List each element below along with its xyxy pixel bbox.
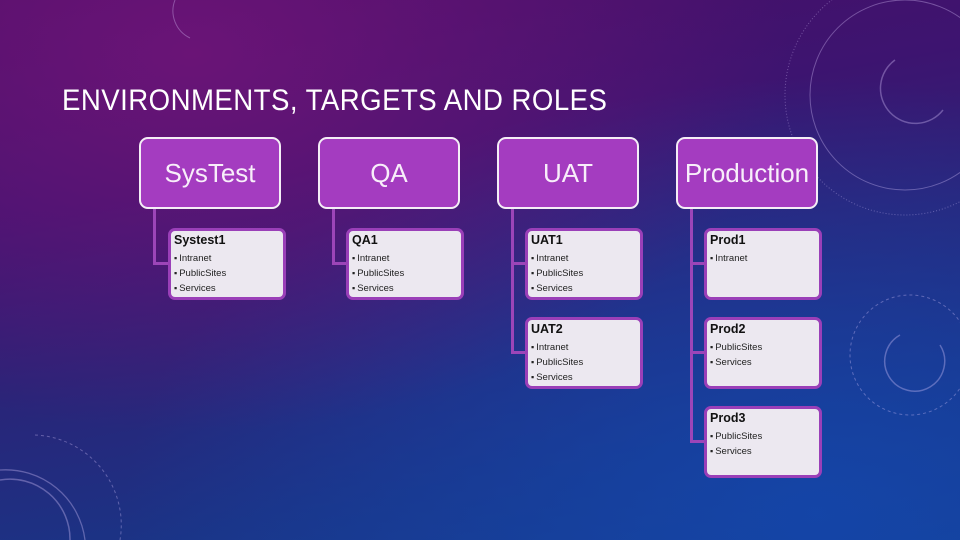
target-card-uat1: UAT1 Intranet PublicSites Services (525, 228, 643, 300)
role-item: PublicSites (710, 429, 816, 444)
environment-header-systest: SysTest (139, 137, 281, 209)
slide-title: ENVIRONMENTS, TARGETS AND ROLES (62, 84, 608, 117)
role-item: Intranet (174, 251, 280, 266)
connector-line (690, 209, 693, 443)
connector-line (153, 262, 169, 265)
role-item: Services (710, 355, 816, 370)
role-item: Services (710, 444, 816, 459)
environment-header-uat: UAT (497, 137, 639, 209)
role-item: Intranet (531, 340, 637, 355)
role-item: Intranet (531, 251, 637, 266)
role-list: Intranet PublicSites Services (531, 251, 637, 296)
target-name: UAT2 (531, 322, 563, 336)
role-item: Intranet (710, 251, 816, 266)
target-name: QA1 (352, 233, 378, 247)
target-name: Systest1 (174, 233, 226, 247)
role-item: Intranet (352, 251, 458, 266)
role-list: Intranet (710, 251, 816, 266)
connector-line (511, 209, 514, 354)
target-card-prod1: Prod1 Intranet (704, 228, 822, 300)
role-item: Services (174, 281, 280, 296)
target-name: UAT1 (531, 233, 563, 247)
environment-header-qa: QA (318, 137, 460, 209)
role-item: PublicSites (174, 266, 280, 281)
target-card-systest1: Systest1 Intranet PublicSites Services (168, 228, 286, 300)
connector-line (332, 209, 335, 265)
role-item: Services (531, 281, 637, 296)
role-item: PublicSites (710, 340, 816, 355)
role-list: Intranet PublicSites Services (174, 251, 280, 296)
target-name: Prod2 (710, 322, 746, 336)
role-item: PublicSites (531, 355, 637, 370)
role-item: Services (352, 281, 458, 296)
role-list: PublicSites Services (710, 429, 816, 459)
role-list: Intranet PublicSites Services (531, 340, 637, 385)
role-item: PublicSites (531, 266, 637, 281)
target-card-prod3: Prod3 PublicSites Services (704, 406, 822, 478)
role-item: PublicSites (352, 266, 458, 281)
target-name: Prod3 (710, 411, 746, 425)
target-card-qa1: QA1 Intranet PublicSites Services (346, 228, 464, 300)
connector-line (153, 209, 156, 265)
target-card-uat2: UAT2 Intranet PublicSites Services (525, 317, 643, 389)
target-name: Prod1 (710, 233, 746, 247)
target-card-prod2: Prod2 PublicSites Services (704, 317, 822, 389)
role-list: PublicSites Services (710, 340, 816, 370)
environment-header-production: Production (676, 137, 818, 209)
role-list: Intranet PublicSites Services (352, 251, 458, 296)
role-item: Services (531, 370, 637, 385)
